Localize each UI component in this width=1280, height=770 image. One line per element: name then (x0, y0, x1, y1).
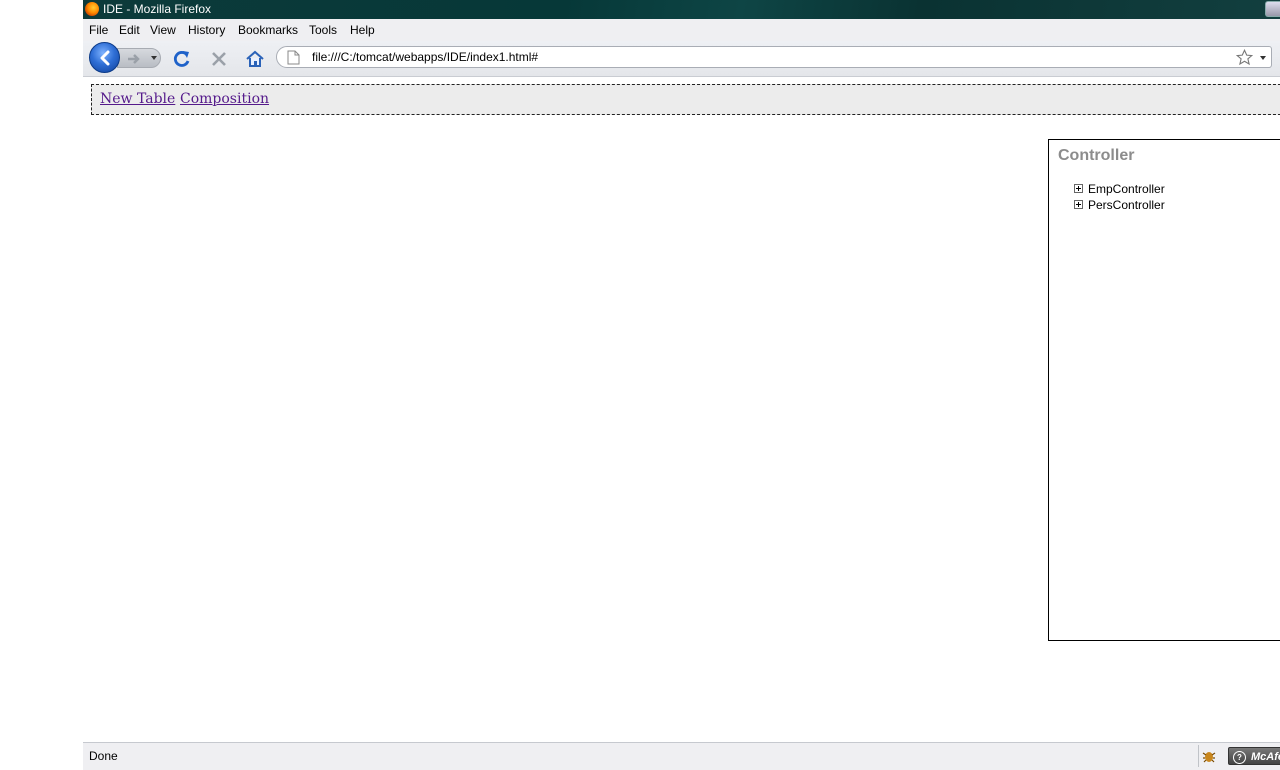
tree-item-label[interactable]: PersController (1088, 198, 1165, 212)
expand-plus-icon[interactable] (1074, 200, 1083, 209)
menu-bar: File Edit View History Bookmarks Tools H… (83, 19, 1280, 41)
tree-item-label[interactable]: EmpController (1088, 182, 1165, 196)
menu-edit[interactable]: Edit (119, 23, 140, 37)
stop-icon[interactable] (209, 49, 229, 69)
menu-help[interactable]: Help (350, 23, 375, 37)
url-dropdown-icon[interactable] (1260, 56, 1266, 60)
browser-window: IDE - Mozilla Firefox File Edit View His… (83, 0, 1280, 770)
navigation-toolbar: file:///C:/tomcat/webapps/IDE/index1.htm… (83, 41, 1280, 77)
mcafee-help-icon: ? (1233, 751, 1246, 764)
menu-tools[interactable]: Tools (309, 23, 337, 37)
back-button[interactable] (89, 42, 120, 73)
status-text: Done (89, 749, 118, 763)
reload-icon[interactable] (172, 49, 192, 69)
menu-view[interactable]: View (150, 23, 176, 37)
window-title: IDE - Mozilla Firefox (103, 2, 212, 16)
window-minimize-button[interactable] (1265, 1, 1280, 17)
bookmark-star-icon[interactable] (1236, 49, 1253, 66)
page-content: New Table Composition Controller EmpCont… (83, 77, 1280, 742)
url-bar[interactable]: file:///C:/tomcat/webapps/IDE/index1.htm… (276, 46, 1272, 68)
firefox-logo-icon (85, 2, 99, 16)
forward-button[interactable] (117, 48, 161, 68)
back-icon (100, 50, 110, 66)
composition-link[interactable]: Composition (180, 91, 269, 107)
menu-bookmarks[interactable]: Bookmarks (238, 23, 298, 37)
link-bar: New Table Composition (91, 84, 1280, 115)
page-icon (287, 50, 300, 65)
title-bar: IDE - Mozilla Firefox (83, 0, 1280, 19)
status-bar: Done ? McAfee (83, 742, 1280, 770)
history-dropdown-icon[interactable] (151, 56, 157, 60)
url-text[interactable]: file:///C:/tomcat/webapps/IDE/index1.htm… (312, 50, 538, 64)
mcafee-label: McAfee (1251, 751, 1280, 763)
menu-file[interactable]: File (89, 23, 108, 37)
desktop-background (0, 0, 83, 770)
controller-panel: Controller EmpController PersController (1048, 139, 1280, 641)
home-icon[interactable] (245, 49, 265, 69)
status-divider (1198, 745, 1199, 767)
menu-history[interactable]: History (188, 23, 225, 37)
forward-icon (128, 54, 140, 64)
controller-panel-title: Controller (1058, 147, 1135, 164)
mcafee-button[interactable]: ? McAfee (1228, 747, 1280, 765)
new-table-link[interactable]: New Table (100, 91, 175, 107)
expand-plus-icon[interactable] (1074, 184, 1083, 193)
addon-bug-icon[interactable] (1201, 748, 1217, 764)
